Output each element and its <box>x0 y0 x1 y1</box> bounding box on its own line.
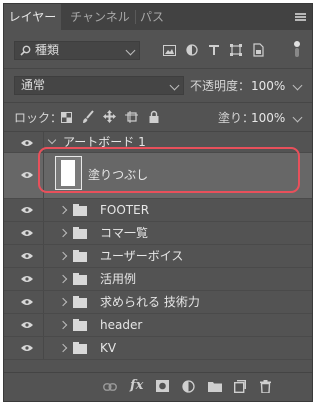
folder-icon <box>73 342 87 354</box>
layers-panel: レイヤー チャンネル パス 種類 通常 不透明度： 100% ロック： 塗り： … <box>3 3 313 402</box>
fill-chevron-down-icon[interactable] <box>292 112 303 123</box>
folder-icon <box>73 227 87 239</box>
filter-kind-label: 種類 <box>35 43 60 57</box>
folder-row[interactable]: FOOTER <box>4 199 312 222</box>
smart-object-filter-icon[interactable] <box>252 43 264 57</box>
folder-row[interactable]: コマ一覧 <box>4 222 312 245</box>
chevron-right-icon[interactable] <box>58 320 68 330</box>
panel-menu-icon[interactable] <box>295 13 306 21</box>
folder-name: header <box>100 318 143 332</box>
selection-highlight <box>38 147 300 193</box>
lock-transparent-pixels-icon[interactable] <box>61 112 72 123</box>
tab-paths[interactable]: パス <box>137 4 167 30</box>
folder-row[interactable]: 活用例 <box>4 268 312 291</box>
eye-visibility-icon[interactable] <box>21 206 33 214</box>
text-filter-icon[interactable] <box>208 44 220 56</box>
filter-toggle-switch[interactable] <box>294 41 300 57</box>
folder-name: ユーザーボイス <box>100 249 184 263</box>
chevron-right-icon[interactable] <box>58 297 68 307</box>
filter-row: 種類 <box>4 41 312 61</box>
folder-name: 活用例 <box>100 272 137 286</box>
folder-name: 求められる 技術力 <box>100 295 200 309</box>
blend-mode-value: 通常 <box>21 78 46 92</box>
opacity-value[interactable]: 100% <box>251 78 285 94</box>
folder-row[interactable]: KV <box>4 337 312 360</box>
chevron-right-icon[interactable] <box>58 228 68 238</box>
chevron-down-icon <box>125 45 136 56</box>
image-filter-icon[interactable] <box>163 45 176 56</box>
folder-icon <box>73 296 87 308</box>
bottom-toolbar: fx <box>4 372 312 401</box>
column-divider <box>43 314 44 336</box>
column-divider <box>43 291 44 313</box>
chevron-right-icon[interactable] <box>58 205 68 215</box>
eye-visibility-icon[interactable] <box>21 298 33 306</box>
tab-channels[interactable]: チャンネル <box>66 4 134 30</box>
eye-visibility-icon[interactable] <box>21 344 33 352</box>
lock-position-icon[interactable] <box>103 110 116 123</box>
lock-artboard-icon[interactable] <box>125 111 138 123</box>
trash-icon[interactable] <box>260 380 271 393</box>
opacity-chevron-down-icon[interactable] <box>292 80 303 91</box>
blend-mode-select[interactable]: 通常 <box>14 76 184 95</box>
tab-bar: レイヤー チャンネル パス <box>4 4 312 30</box>
folder-icon <box>73 204 87 216</box>
folder-row[interactable]: header <box>4 314 312 337</box>
filter-kind-select[interactable]: 種類 <box>14 41 140 60</box>
link-layers-icon[interactable] <box>103 383 117 391</box>
folder-icon <box>73 250 87 262</box>
lock-image-pixels-icon[interactable] <box>82 110 94 124</box>
chevron-right-icon[interactable] <box>58 251 68 261</box>
fill-value[interactable]: 100% <box>251 110 285 126</box>
fill-label: 塗り： <box>218 111 255 125</box>
eye-visibility-icon[interactable] <box>21 139 33 147</box>
new-group-icon[interactable] <box>208 380 222 392</box>
tab-layers[interactable]: レイヤー <box>4 4 61 30</box>
eye-visibility-icon[interactable] <box>21 321 33 329</box>
fx-icon[interactable]: fx <box>130 378 143 393</box>
tab-divider <box>135 10 136 24</box>
folder-name: KV <box>100 341 117 355</box>
new-layer-icon[interactable] <box>234 380 246 393</box>
column-divider <box>43 268 44 290</box>
divider <box>4 102 312 103</box>
folder-icon <box>73 273 87 285</box>
column-divider <box>43 337 44 359</box>
folder-name: FOOTER <box>100 203 150 217</box>
chevron-right-icon[interactable] <box>58 343 68 353</box>
folder-row[interactable]: ユーザーボイス <box>4 245 312 268</box>
chevron-down-icon <box>169 80 180 91</box>
column-divider <box>43 199 44 221</box>
shape-filter-icon[interactable] <box>230 44 242 56</box>
eye-visibility-icon[interactable] <box>21 275 33 283</box>
chevron-down-icon[interactable] <box>47 135 57 145</box>
eye-visibility-icon[interactable] <box>21 252 33 260</box>
opacity-label: 不透明度： <box>190 79 251 93</box>
folder-row[interactable]: 求められる 技術力 <box>4 291 312 314</box>
lock-all-icon[interactable] <box>149 110 159 123</box>
adjustment-layer-icon[interactable] <box>182 380 195 393</box>
chevron-right-icon[interactable] <box>58 274 68 284</box>
folder-icon <box>73 319 87 331</box>
column-divider <box>43 222 44 244</box>
column-divider <box>43 245 44 267</box>
adjustment-filter-icon[interactable] <box>186 44 198 56</box>
blend-row: 通常 不透明度： 100% <box>4 76 312 96</box>
add-mask-icon[interactable] <box>156 380 169 392</box>
folder-name: コマ一覧 <box>100 226 149 240</box>
eye-visibility-icon[interactable] <box>21 171 33 179</box>
eye-visibility-icon[interactable] <box>21 229 33 237</box>
divider <box>4 68 312 69</box>
lock-label: ロック： <box>14 111 63 125</box>
lock-row: ロック： 塗り： 100% <box>4 108 312 128</box>
search-icon <box>20 45 31 56</box>
